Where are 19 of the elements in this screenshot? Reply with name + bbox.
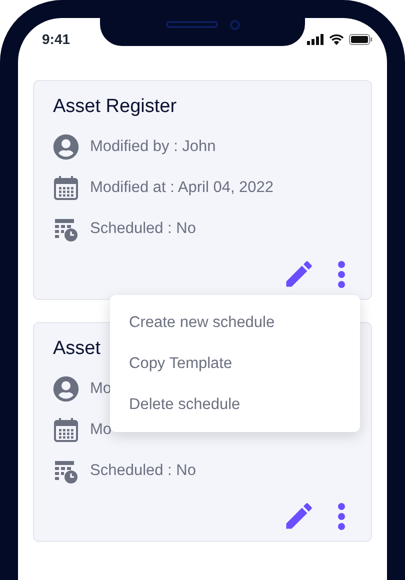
menu-item[interactable]: Delete schedule [110,384,360,425]
card-detail-text: Scheduled : No [90,460,196,481]
card-detail-text: Mo [90,420,112,440]
card-detail-text: Scheduled : No [90,218,196,239]
card-detail-text: Modified by : John [90,136,216,157]
calendar-icon [53,416,79,442]
status-time: 9:41 [42,30,70,48]
wifi-icon [329,34,344,44]
menu-item[interactable]: Create new schedule [110,302,360,343]
user-icon [53,134,79,160]
card-detail-text: Mo [90,378,112,399]
user-icon [53,376,79,402]
signal-icon [307,34,324,44]
calendar-icon [53,174,79,200]
card-title: Asset [53,337,101,361]
menu-item[interactable]: Copy Template [110,343,360,384]
card-title: Asset Register [53,95,177,119]
battery-icon [349,34,373,44]
card-detail-text: Modified at : April 04, 2022 [90,178,274,198]
